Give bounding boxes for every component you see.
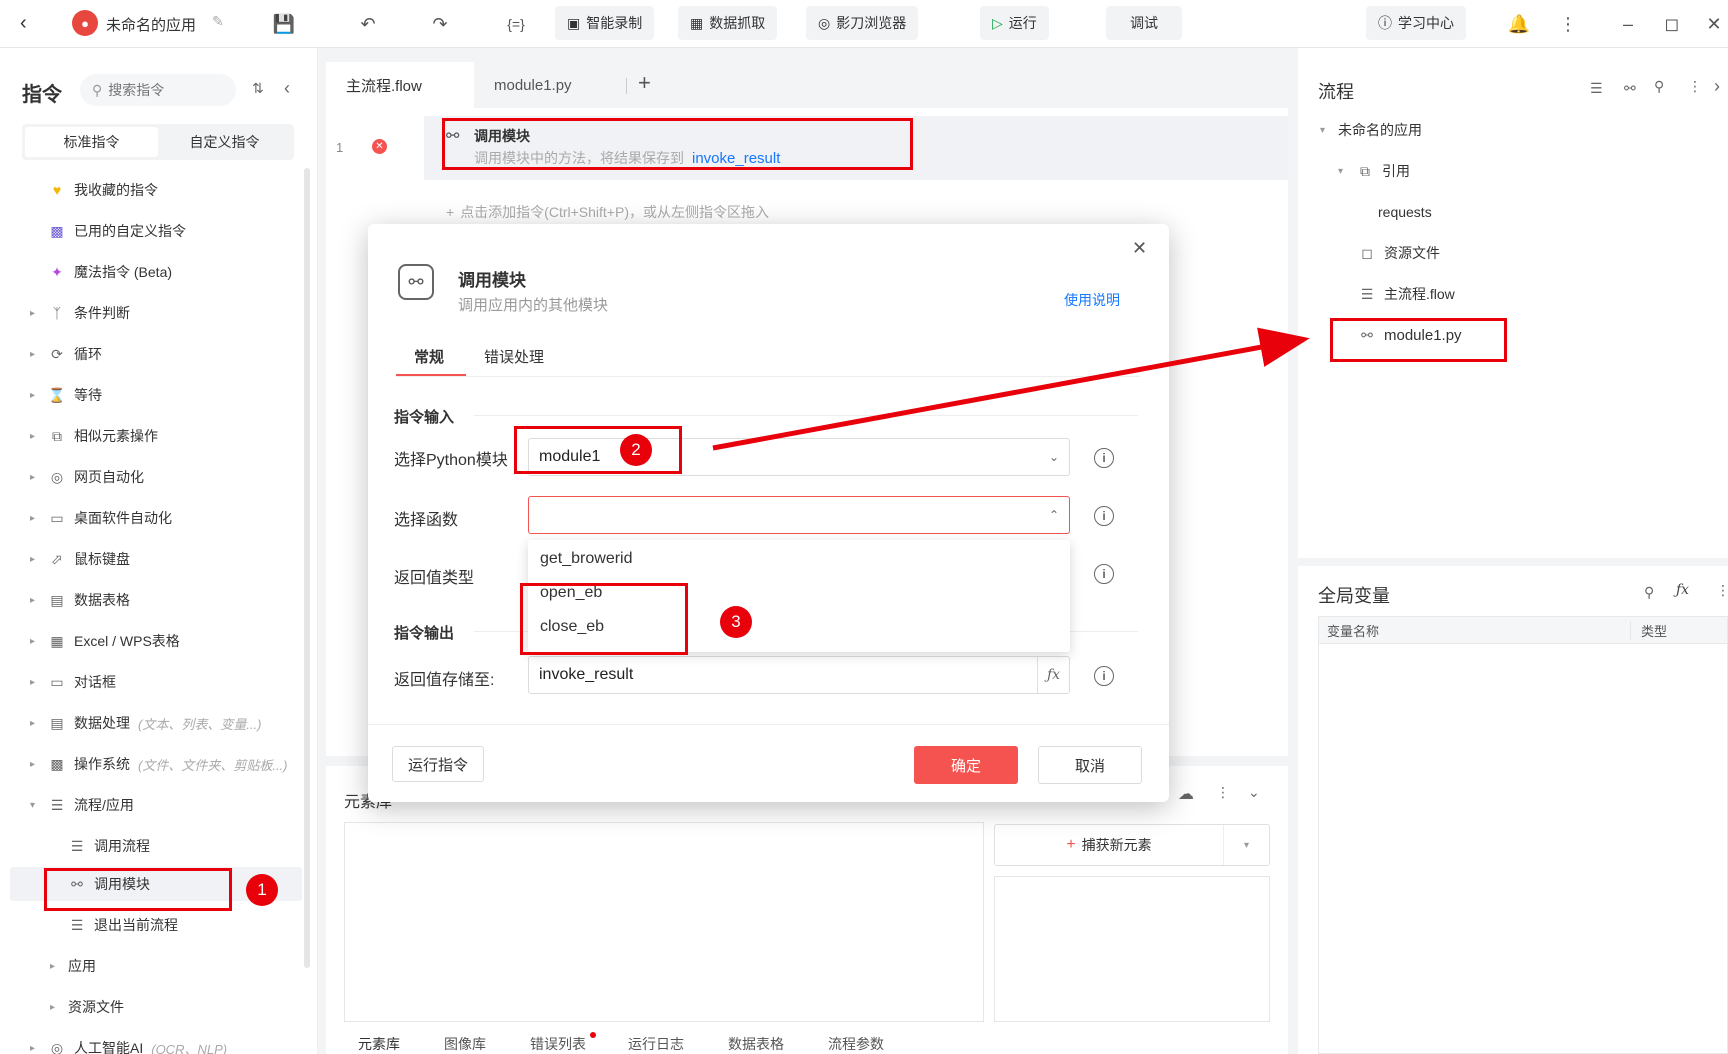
- annotation-arrow: [712, 327, 1310, 451]
